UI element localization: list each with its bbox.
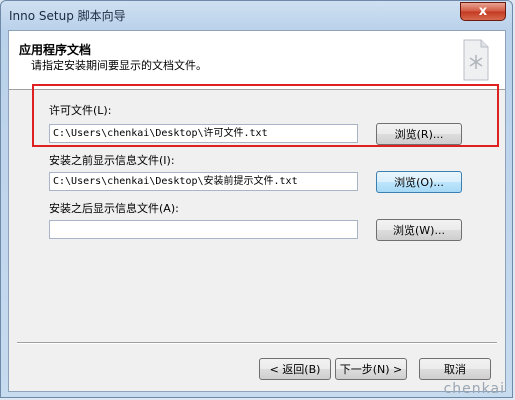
cancel-button[interactable]: 取消 (419, 358, 491, 380)
annotation-highlight-box (32, 84, 499, 147)
next-button[interactable]: 下一步(N) > (335, 358, 407, 380)
watermark-text: chenkai (443, 381, 505, 397)
page-title: 应用程序文档 (19, 43, 92, 57)
document-icon (463, 39, 489, 81)
back-button[interactable]: < 返回(B) (259, 358, 331, 380)
pre-install-info-input[interactable]: C:\Users\chenkai\Desktop\安装前提示文件.txt (49, 172, 358, 191)
post-install-info-input[interactable] (49, 220, 358, 239)
window-title: Inno Setup 脚本向导 (9, 9, 126, 23)
post-install-info-label: 安装之后显示信息文件(A): (49, 202, 179, 215)
close-icon: x (478, 4, 488, 19)
pre-install-info-label: 安装之前显示信息文件(I): (49, 154, 175, 167)
page-subtitle: 请指定安装期间要显示的文档文件。 (31, 59, 207, 72)
close-button[interactable]: x (460, 2, 506, 21)
title-bar[interactable]: Inno Setup 脚本向导 x (1, 1, 512, 29)
wizard-header: 应用程序文档 请指定安装期间要显示的文档文件。 (9, 31, 505, 90)
footer-divider (17, 342, 497, 344)
browse-post-install-button[interactable]: 浏览(W)... (376, 219, 462, 241)
wizard-window: Inno Setup 脚本向导 x 应用程序文档 请指定安装期间要显示的文档文件… (0, 0, 513, 398)
browse-pre-install-button[interactable]: 浏览(O)... (376, 171, 462, 193)
